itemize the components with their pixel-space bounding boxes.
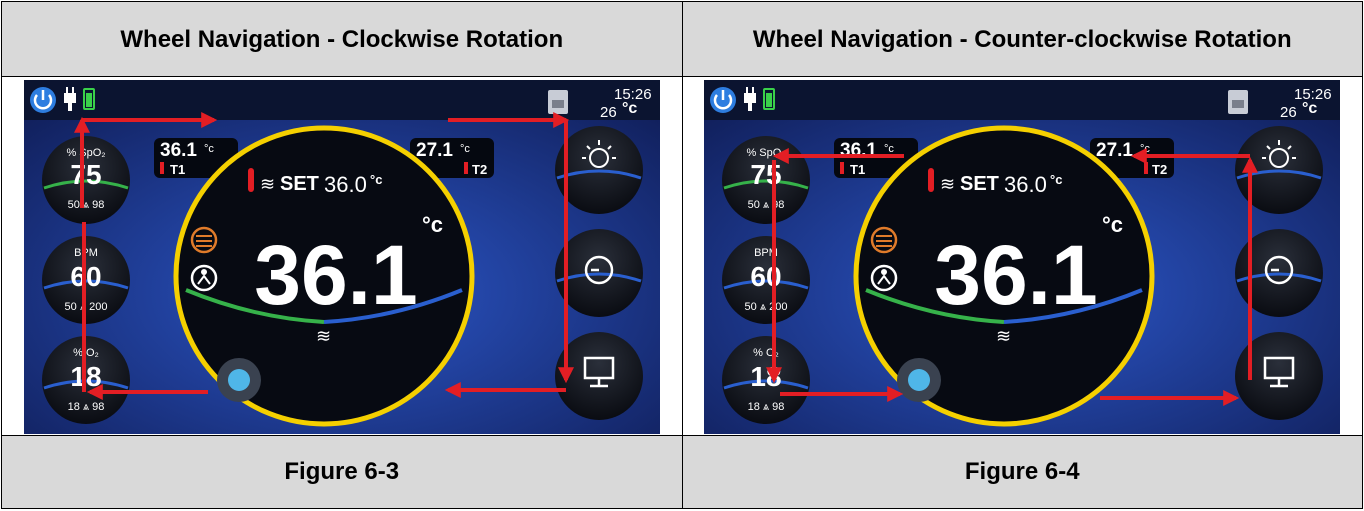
o2-limits: 18 ⩓ 98	[67, 401, 104, 413]
ambient-unit: °c	[1302, 100, 1317, 117]
temperature-dial[interactable]: ≋ SET 36.0 °c °c 36.1 ≋	[173, 125, 475, 426]
power-icon[interactable]	[710, 86, 737, 113]
set-label: SET	[960, 173, 999, 195]
t1-unit: °c	[204, 143, 214, 155]
light-button[interactable]	[554, 125, 643, 214]
set-unit: °c	[370, 172, 382, 187]
main-unit: °c	[422, 212, 443, 237]
bpm-button[interactable]: BPM 60 50 ⩓ 200	[722, 235, 811, 324]
set-unit: °c	[1050, 172, 1062, 187]
phototherapy-button[interactable]	[216, 357, 261, 402]
phototherapy-button[interactable]	[897, 357, 942, 402]
thermometer-icon	[1144, 161, 1149, 174]
spo2-limits: 50 ⩓ 98	[67, 199, 104, 211]
t1-label: T1	[850, 162, 865, 177]
ambient-unit: °c	[622, 100, 637, 117]
t1-unit: °c	[884, 143, 894, 155]
t2-value: 27.1	[416, 140, 453, 161]
heater-indicator-icon: ≋	[996, 326, 1011, 346]
spo2-value: 75	[70, 159, 101, 190]
main-temperature: 36.1	[935, 228, 1099, 322]
spo2-limits: 50 ⩓ 98	[748, 199, 785, 211]
heater-indicator-icon: ≋	[316, 326, 331, 346]
device-screen-counterclockwise: 15:26 26 °c % SpO₂ 75 50 ⩓ 98 BPM 60 50 …	[704, 79, 1341, 434]
bpm-value: 60	[751, 261, 782, 292]
spo2-value: 75	[751, 159, 782, 190]
figure-caption-6-4: Figure 6-4	[681, 434, 1363, 510]
heater-icon: ≋	[940, 174, 955, 194]
temperature-dial[interactable]: ≋ SET 36.0 °c °c 36.1 ≋	[853, 125, 1155, 426]
t2-unit: °c	[1140, 143, 1150, 155]
usb-drive-icon	[1228, 89, 1249, 114]
usb-drive-icon	[547, 89, 568, 114]
o2-value: 18	[751, 361, 782, 392]
thermometer-icon	[928, 167, 935, 192]
screen-settings-button[interactable]	[554, 331, 643, 420]
figure-table: Wheel Navigation - Clockwise Rotation Wh…	[1, 0, 1363, 510]
t2-label: T2	[472, 162, 487, 177]
thermometer-icon	[159, 161, 164, 174]
t2-label: T2	[1152, 162, 1167, 177]
bpm-limits: 50 ⩓ 200	[745, 301, 788, 313]
t2-value: 27.1	[1096, 140, 1133, 161]
spo2-label: % SpO₂	[66, 147, 105, 159]
thermometer-icon	[247, 167, 254, 192]
screenshot-cell-clockwise: 15:26 26 °c % SpO₂ 75 50 ⩓ 98 BPM 60 50 …	[1, 76, 683, 436]
spo2-button[interactable]: % SpO₂ 75 50 ⩓ 98	[722, 135, 811, 224]
t1-value: 36.1	[160, 140, 197, 161]
column-title-counterclockwise: Wheel Navigation - Counter-clockwise Rot…	[681, 0, 1363, 78]
spo2-button[interactable]: % SpO₂ 75 50 ⩓ 98	[41, 135, 130, 224]
figure-caption-6-3: Figure 6-3	[1, 434, 683, 510]
set-value: 36.0	[324, 172, 367, 197]
power-icon[interactable]	[29, 86, 56, 113]
thermometer-icon	[840, 161, 845, 174]
heater-icon: ≋	[260, 174, 275, 194]
timer-button[interactable]	[554, 228, 643, 317]
o2-limits: 18 ⩓ 98	[748, 401, 785, 413]
t2-unit: °c	[460, 143, 470, 155]
thermometer-icon	[463, 161, 468, 174]
set-value: 36.0	[1004, 172, 1047, 197]
ambient-temp: 26	[600, 104, 617, 121]
set-label: SET	[280, 173, 319, 195]
ambient-temp: 26	[1280, 104, 1297, 121]
main-temperature: 36.1	[254, 228, 418, 322]
column-title-clockwise: Wheel Navigation - Clockwise Rotation	[1, 0, 683, 78]
main-unit: °c	[1102, 212, 1123, 237]
screenshot-cell-counterclockwise: 15:26 26 °c % SpO₂ 75 50 ⩓ 98 BPM 60 50 …	[681, 76, 1363, 436]
device-screen-clockwise: 15:26 26 °c % SpO₂ 75 50 ⩓ 98 BPM 60 50 …	[23, 79, 660, 434]
o2-button[interactable]: % O₂ 18 18 ⩓ 98	[722, 335, 811, 424]
t1-label: T1	[170, 162, 185, 177]
